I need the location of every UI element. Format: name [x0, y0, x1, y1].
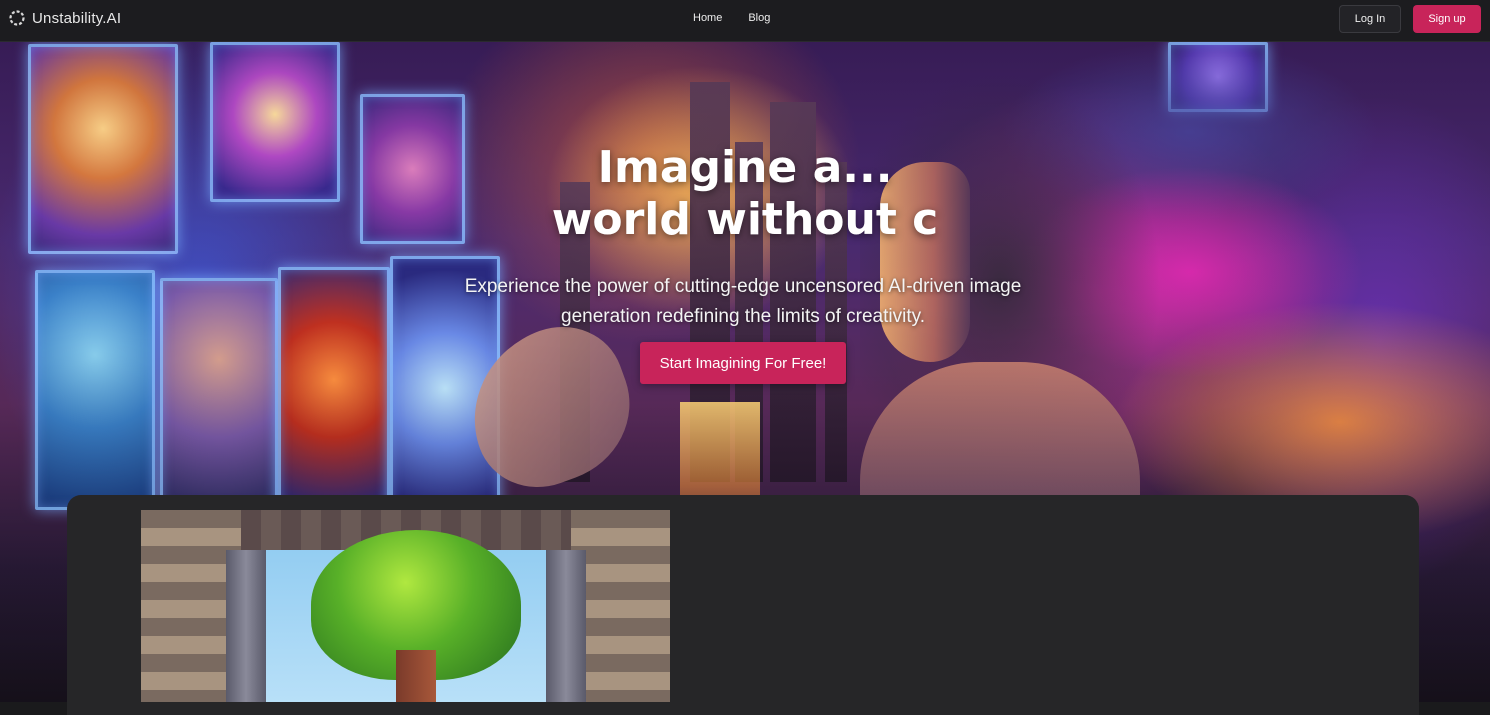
pillar-right	[546, 550, 586, 702]
brand-name: Unstability.AI	[32, 9, 122, 27]
login-button[interactable]: Log In	[1339, 5, 1401, 33]
pixel-art-tree-image[interactable]	[141, 510, 670, 702]
top-navbar: Unstability.AI Home Blog Log In Sign up	[0, 0, 1490, 42]
start-imagining-button[interactable]: Start Imagining For Free!	[640, 342, 846, 384]
nav-links: Home Blog	[693, 12, 796, 24]
hero-subtitle: Experience the power of cutting-edge unc…	[464, 276, 1022, 327]
tree-trunk	[396, 650, 436, 702]
hero-title: Imagine a... world without c	[0, 142, 1490, 246]
spinner-logo-icon	[8, 9, 26, 27]
pillar-left	[226, 550, 266, 702]
nav-home-link[interactable]: Home	[693, 12, 722, 24]
signup-button[interactable]: Sign up	[1413, 5, 1481, 33]
brand-link[interactable]: Unstability.AI	[8, 9, 121, 27]
hero-title-line-2: world without c	[551, 194, 939, 245]
nav-blog-link[interactable]: Blog	[748, 12, 770, 24]
hero-title-line-1: Imagine a...	[597, 142, 893, 193]
